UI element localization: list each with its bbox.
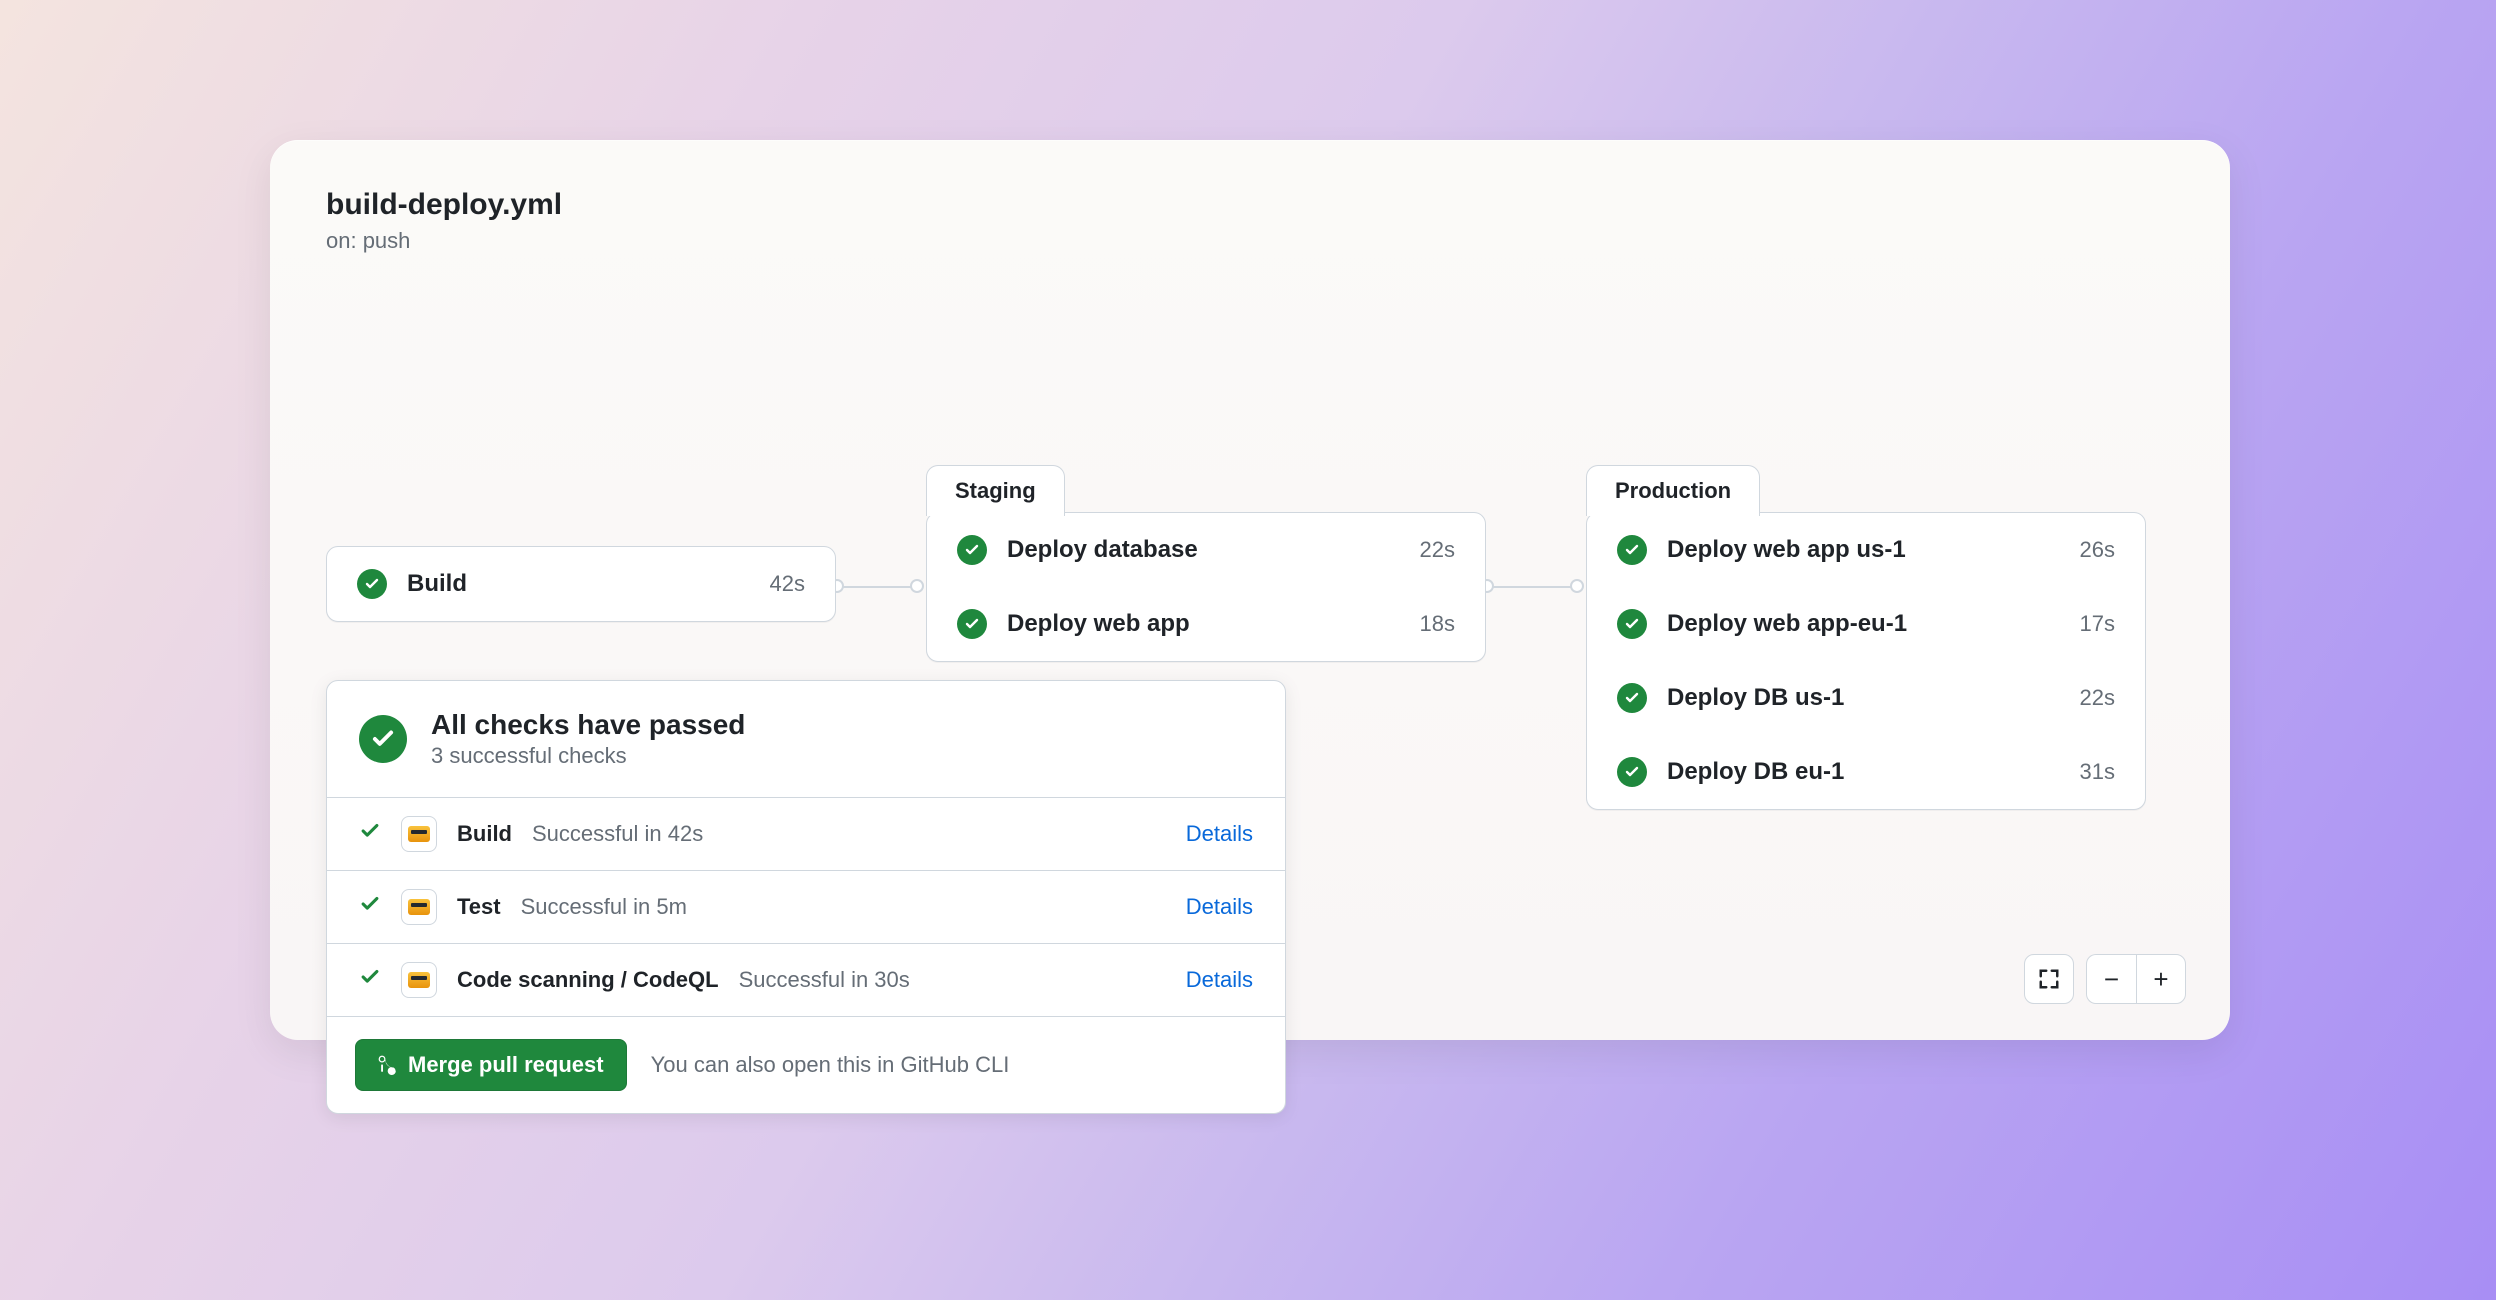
check-icon <box>359 893 381 921</box>
checks-title: All checks have passed <box>431 709 745 741</box>
job-name: Deploy DB us-1 <box>1667 684 2060 712</box>
job-row: Deploy DB eu-1 31s <box>1587 735 2145 809</box>
actions-logo-icon <box>401 962 437 998</box>
check-name: Code scanning / CodeQL <box>457 967 719 993</box>
check-status: Successful in 5m <box>521 894 687 920</box>
check-item: Build Successful in 42s Details <box>327 797 1285 870</box>
connector <box>836 586 916 588</box>
job-row: Deploy database 22s <box>927 513 1485 587</box>
stage-staging[interactable]: Staging Deploy database 22s Deploy web a… <box>926 512 1486 662</box>
check-name: Build <box>457 821 512 847</box>
zoom-in-button[interactable]: + <box>2136 954 2186 1004</box>
job-time: 22s <box>1420 537 1455 563</box>
checks-header: All checks have passed 3 successful chec… <box>327 681 1285 797</box>
success-icon <box>1617 757 1647 787</box>
check-status: Successful in 30s <box>739 967 910 993</box>
success-icon <box>357 569 387 599</box>
job-name: Deploy web app-eu-1 <box>1667 610 2060 638</box>
job-time: 31s <box>2080 759 2115 785</box>
job-name: Build <box>407 570 750 598</box>
workflow-filename: build-deploy.yml <box>326 188 2174 222</box>
job-name: Deploy DB eu-1 <box>1667 758 2060 786</box>
details-link[interactable]: Details <box>1186 967 1253 993</box>
details-link[interactable]: Details <box>1186 821 1253 847</box>
minus-icon: − <box>2104 964 2119 995</box>
job-time: 18s <box>1420 611 1455 637</box>
connector <box>1486 586 1576 588</box>
connector-dot <box>1570 579 1584 593</box>
job-name: Deploy web app us-1 <box>1667 536 2060 564</box>
success-icon <box>359 715 407 763</box>
job-row: Deploy web app-eu-1 17s <box>1587 587 2145 661</box>
checks-panel: All checks have passed 3 successful chec… <box>326 680 1286 1114</box>
git-merge-icon <box>378 1055 398 1075</box>
job-time: 17s <box>2080 611 2115 637</box>
job-row: Deploy web app 18s <box>927 587 1485 661</box>
details-link[interactable]: Details <box>1186 894 1253 920</box>
actions-logo-icon <box>401 889 437 925</box>
success-icon <box>1617 535 1647 565</box>
merge-pull-request-button[interactable]: Merge pull request <box>355 1039 627 1091</box>
job-time: 22s <box>2080 685 2115 711</box>
checks-footer: Merge pull request You can also open thi… <box>327 1016 1285 1113</box>
job-name: Deploy database <box>1007 536 1400 564</box>
job-row: Deploy web app us-1 26s <box>1587 513 2145 587</box>
zoom-out-button[interactable]: − <box>2086 954 2136 1004</box>
actions-logo-icon <box>401 816 437 852</box>
stage-production[interactable]: Production Deploy web app us-1 26s Deplo… <box>1586 512 2146 810</box>
check-item: Test Successful in 5m Details <box>327 870 1285 943</box>
success-icon <box>957 609 987 639</box>
job-name: Deploy web app <box>1007 610 1400 638</box>
connector-dot <box>910 579 924 593</box>
fullscreen-button[interactable] <box>2024 954 2074 1004</box>
stage-tab: Staging <box>926 465 1065 516</box>
success-icon <box>1617 609 1647 639</box>
check-name: Test <box>457 894 501 920</box>
success-icon <box>957 535 987 565</box>
check-icon <box>359 820 381 848</box>
check-status: Successful in 42s <box>532 821 703 847</box>
stage-tab: Production <box>1586 465 1760 516</box>
success-icon <box>1617 683 1647 713</box>
workflow-card: build-deploy.yml on: push Build 42s Stag… <box>270 140 2230 1040</box>
checks-subtitle: 3 successful checks <box>431 743 745 769</box>
check-item: Code scanning / CodeQL Successful in 30s… <box>327 943 1285 1016</box>
merge-button-label: Merge pull request <box>408 1052 604 1078</box>
plus-icon: + <box>2153 964 2168 995</box>
job-row: Deploy DB us-1 22s <box>1587 661 2145 735</box>
workflow-trigger: on: push <box>326 228 2174 254</box>
cli-hint: You can also open this in GitHub CLI <box>651 1052 1010 1078</box>
job-row: Build 42s <box>327 547 835 621</box>
job-time: 26s <box>2080 537 2115 563</box>
zoom-controls: − + <box>2024 954 2186 1004</box>
check-icon <box>359 966 381 994</box>
job-time: 42s <box>770 571 805 597</box>
stage-build[interactable]: Build 42s <box>326 546 836 622</box>
fullscreen-icon <box>2038 968 2060 990</box>
